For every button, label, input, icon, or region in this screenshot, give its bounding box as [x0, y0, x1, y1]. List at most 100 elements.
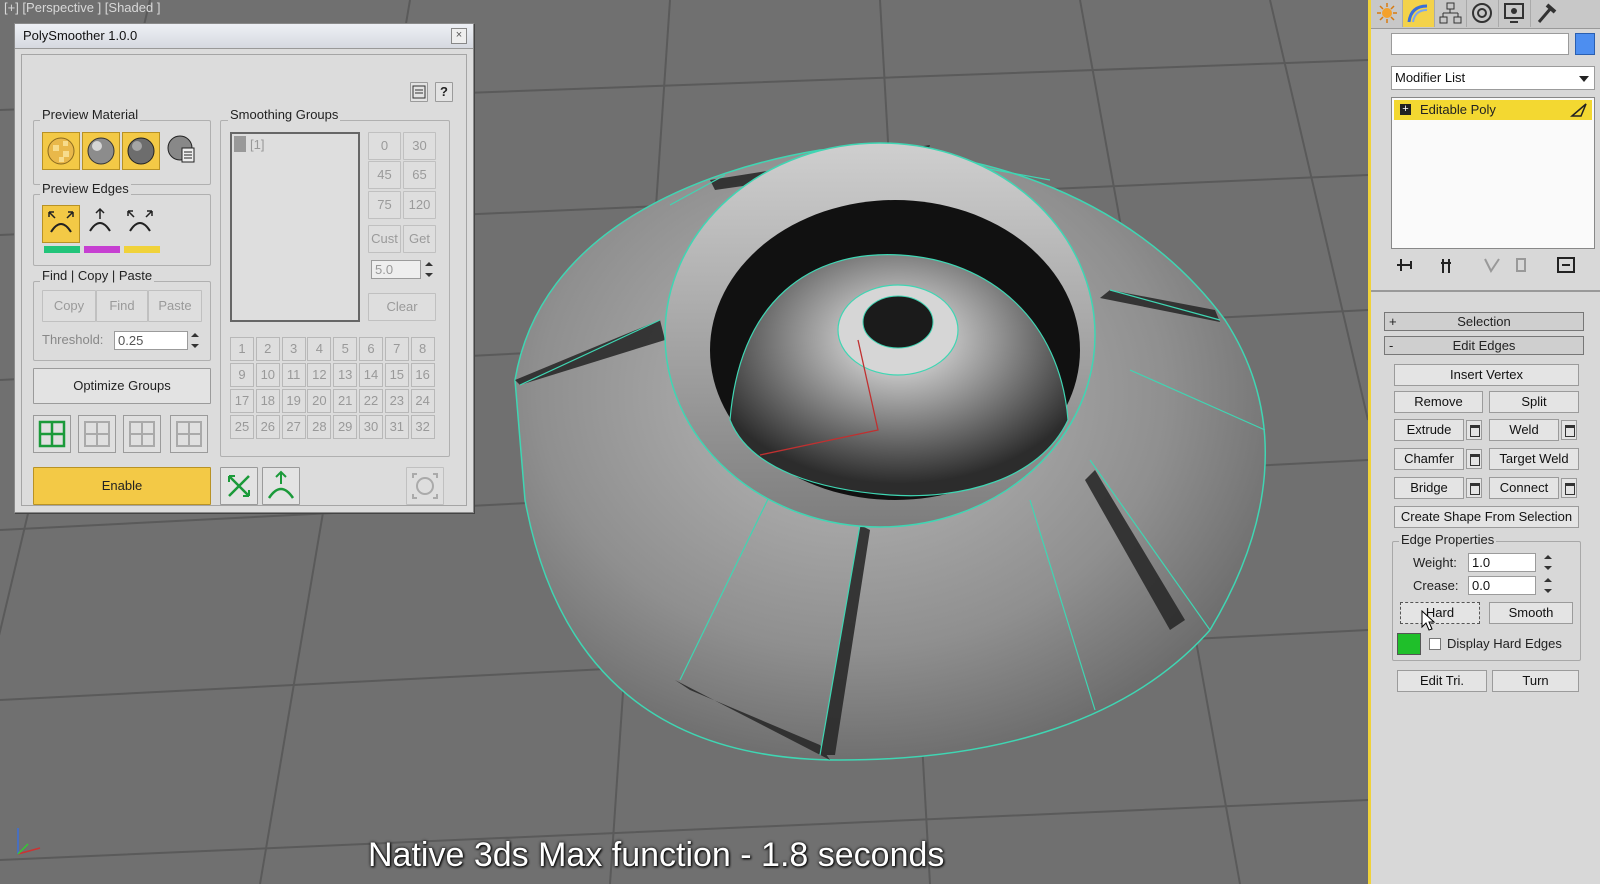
connect-button[interactable]: Connect	[1489, 477, 1559, 499]
smoothing-group-button[interactable]: 21	[333, 389, 358, 413]
configure-sets-icon[interactable]	[1555, 255, 1579, 275]
grid-variant-2-button[interactable]	[123, 415, 161, 453]
angle-preset-button[interactable]: 65	[403, 161, 436, 189]
smoothing-group-button[interactable]: 9	[230, 363, 254, 387]
smooth-button[interactable]: Smooth	[1489, 602, 1573, 624]
smoothing-group-button[interactable]: 13	[333, 363, 358, 387]
angle-preset-button[interactable]: 0	[368, 132, 401, 160]
smoothing-group-button[interactable]: 16	[410, 363, 435, 387]
object-color-swatch[interactable]	[1575, 33, 1595, 55]
get-button[interactable]: Get	[403, 225, 436, 253]
remove-modifier-icon[interactable]	[1511, 255, 1531, 275]
edit-tri-button[interactable]: Edit Tri.	[1397, 670, 1487, 692]
hard-edges-preview-button[interactable]	[42, 205, 80, 243]
bridge-settings-button[interactable]	[1466, 478, 1482, 498]
cust-button[interactable]: Cust	[368, 225, 401, 253]
angle-preset-button[interactable]: 120	[403, 191, 436, 219]
clear-button[interactable]: Clear	[368, 293, 436, 321]
chamfer-settings-button[interactable]	[1466, 449, 1482, 469]
grid-view-button[interactable]	[33, 415, 71, 453]
smoothing-group-button[interactable]: 4	[307, 337, 332, 361]
tab-modify[interactable]	[1403, 0, 1435, 27]
smoothing-group-button[interactable]: 17	[230, 389, 254, 413]
tab-display[interactable]	[1499, 0, 1531, 27]
smoothing-group-button[interactable]: 2	[255, 337, 280, 361]
create-shape-from-selection-button[interactable]: Create Shape From Selection	[1394, 506, 1579, 528]
smoothing-group-button[interactable]: 18	[255, 389, 280, 413]
smoothing-group-button[interactable]: 6	[359, 337, 383, 361]
tab-hierarchy[interactable]	[1435, 0, 1467, 27]
smoothing-group-button[interactable]: 11	[281, 363, 306, 387]
crease-spinner[interactable]	[1543, 576, 1553, 595]
smoothing-group-list[interactable]: [1]	[230, 132, 360, 322]
smoothing-group-button[interactable]: 8	[410, 337, 435, 361]
find-button[interactable]: Find	[96, 290, 148, 322]
smoothing-group-button[interactable]: 31	[384, 415, 409, 439]
optimize-groups-button[interactable]: Optimize Groups	[33, 368, 211, 404]
dark-material-button[interactable]	[122, 132, 160, 170]
close-icon[interactable]: ×	[451, 28, 467, 44]
smoothing-group-button[interactable]: 22	[359, 389, 383, 413]
smoothing-group-button[interactable]: 14	[359, 363, 383, 387]
angle-preset-button[interactable]: 30	[403, 132, 436, 160]
grid-variant-1-button[interactable]	[78, 415, 116, 453]
paste-button[interactable]: Paste	[148, 290, 202, 322]
smoothing-group-button[interactable]: 24	[410, 389, 435, 413]
selection-rollout[interactable]: + Selection	[1384, 312, 1584, 331]
smoothing-group-button[interactable]: 7	[384, 337, 409, 361]
tab-utilities[interactable]	[1531, 0, 1563, 27]
info-icon[interactable]	[410, 82, 428, 102]
separate-edges-button[interactable]	[220, 467, 258, 505]
weld-settings-button[interactable]	[1561, 420, 1577, 440]
expand-icon[interactable]: +	[1400, 104, 1411, 115]
crease-field[interactable]: 0.0	[1468, 576, 1536, 595]
list-item[interactable]: [1]	[250, 137, 264, 152]
modifier-list-dropdown[interactable]: Modifier List	[1391, 66, 1595, 90]
chamfer-button[interactable]: Chamfer	[1394, 448, 1464, 470]
smoothing-group-button[interactable]: 12	[307, 363, 332, 387]
angle-spinner[interactable]	[424, 260, 434, 279]
smoothing-group-button[interactable]: 23	[384, 389, 409, 413]
material-list-button[interactable]	[164, 132, 202, 170]
threshold-field[interactable]: 0.25	[114, 331, 188, 350]
smooth-edges-preview-button[interactable]	[82, 205, 120, 243]
hard-button[interactable]: Hard	[1400, 602, 1480, 624]
smoothing-group-button[interactable]: 19	[281, 389, 306, 413]
insert-vertex-button[interactable]: Insert Vertex	[1394, 364, 1579, 386]
smoothing-group-button[interactable]: 10	[255, 363, 280, 387]
show-end-result-icon[interactable]	[1437, 255, 1457, 275]
extrude-button[interactable]: Extrude	[1394, 419, 1464, 441]
smoothing-group-button[interactable]: 25	[230, 415, 254, 439]
all-edges-preview-button[interactable]	[122, 205, 160, 243]
target-weld-button[interactable]: Target Weld	[1489, 448, 1579, 470]
grid-variant-3-button[interactable]	[170, 415, 208, 453]
smoothing-group-button[interactable]: 30	[359, 415, 383, 439]
smoothing-group-button[interactable]: 3	[281, 337, 306, 361]
stack-item-editable-poly[interactable]: + Editable Poly	[1394, 100, 1592, 120]
turn-button[interactable]: Turn	[1492, 670, 1579, 692]
viewport-label[interactable]: [+] [Perspective ] [Shaded ]	[4, 0, 160, 15]
smoothing-group-button[interactable]: 29	[333, 415, 358, 439]
smoothing-group-button[interactable]: 1	[230, 337, 254, 361]
shaded-material-button[interactable]	[82, 132, 120, 170]
make-unique-icon[interactable]	[1481, 255, 1503, 275]
angle-preset-button[interactable]: 75	[368, 191, 401, 219]
pin-stack-icon[interactable]	[1393, 255, 1417, 275]
sub-object-triangle-icon[interactable]	[1570, 102, 1588, 118]
threshold-spinner[interactable]	[190, 331, 200, 350]
edit-edges-rollout[interactable]: - Edit Edges	[1384, 336, 1584, 355]
capture-button[interactable]	[406, 467, 444, 505]
smoothing-group-button[interactable]: 32	[410, 415, 435, 439]
object-name-field[interactable]	[1391, 33, 1569, 55]
dialog-titlebar[interactable]: PolySmoother 1.0.0 ×	[15, 24, 473, 49]
split-button[interactable]: Split	[1489, 391, 1579, 413]
smooth-selection-button[interactable]	[262, 467, 300, 505]
tab-motion[interactable]	[1467, 0, 1499, 27]
checker-material-button[interactable]	[42, 132, 80, 170]
smoothing-group-button[interactable]: 20	[307, 389, 332, 413]
hard-edge-color-swatch[interactable]	[1397, 633, 1421, 655]
smoothing-group-button[interactable]: 27	[281, 415, 306, 439]
weight-field[interactable]: 1.0	[1468, 553, 1536, 572]
tab-create[interactable]	[1371, 0, 1403, 27]
angle-preset-button[interactable]: 45	[368, 161, 401, 189]
